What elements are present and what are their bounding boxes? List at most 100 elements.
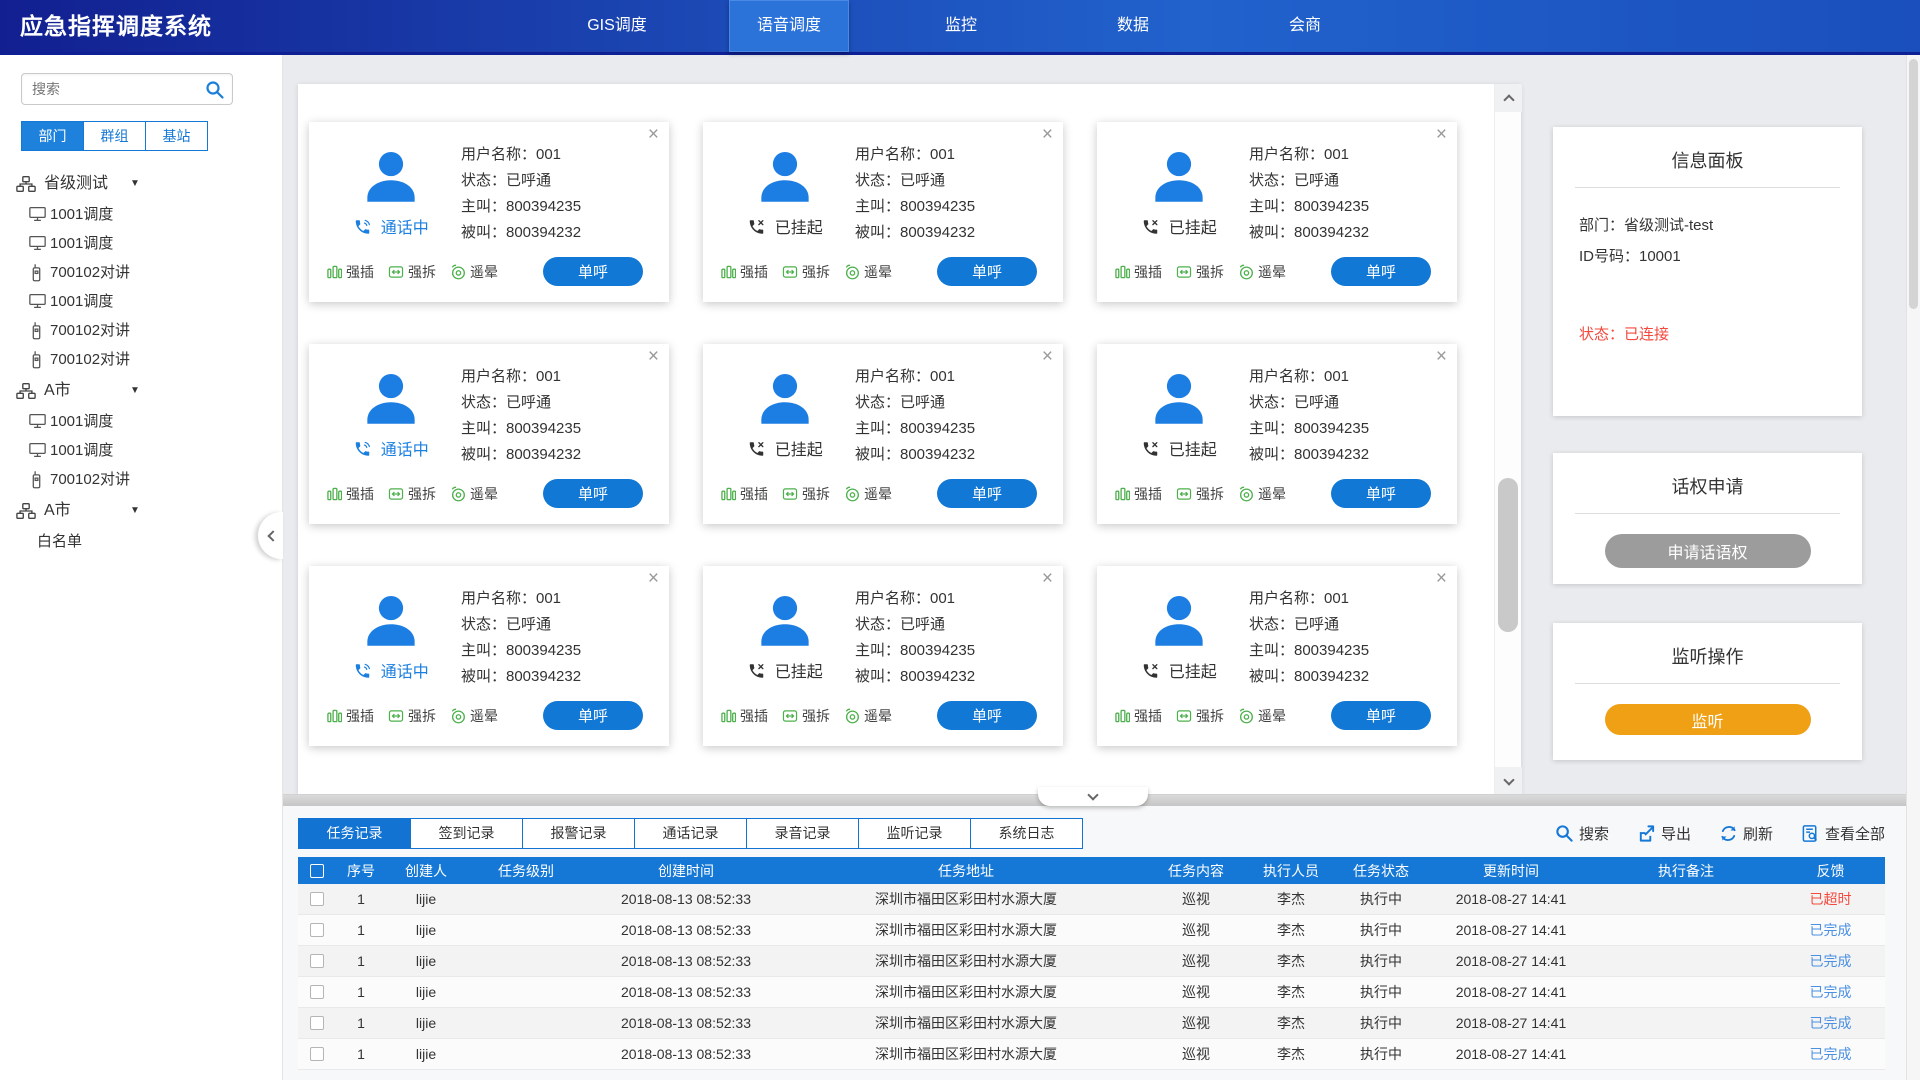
single-call-button[interactable]: 单呼 (937, 479, 1037, 508)
remote-stun-button[interactable]: 遥晕 (450, 706, 498, 726)
bottom-tab[interactable]: 签到记录 (410, 818, 523, 849)
force-insert-button[interactable]: 强插 (721, 706, 768, 726)
tree-item[interactable]: 1001调度 ▼ (0, 287, 282, 316)
cell-feedback[interactable]: 已完成 (1776, 1044, 1885, 1064)
table-row[interactable]: 1 lijie 2018-08-13 08:52:33 深圳市福田区彩田村水源大… (298, 915, 1885, 946)
single-call-button[interactable]: 单呼 (937, 701, 1037, 730)
single-call-button[interactable]: 单呼 (937, 257, 1037, 286)
single-call-button[interactable]: 单呼 (1331, 701, 1431, 730)
tree-item[interactable]: 白名单 ▼ (0, 527, 282, 556)
single-call-button[interactable]: 单呼 (1331, 257, 1431, 286)
scroll-up-arrow[interactable] (1495, 84, 1522, 112)
row-checkbox[interactable] (310, 892, 324, 906)
monitor-button[interactable]: 监听 (1605, 704, 1811, 735)
force-insert-button[interactable]: 强插 (721, 484, 768, 504)
search-button[interactable]: 搜索 (1555, 823, 1609, 844)
force-insert-button[interactable]: 强插 (1115, 706, 1162, 726)
row-checkbox[interactable] (310, 923, 324, 937)
cards-scrollbar[interactable] (1494, 84, 1521, 795)
tree-item[interactable]: 1001调度 ▼ (0, 229, 282, 258)
table-row[interactable]: 1 lijie 2018-08-13 08:52:33 深圳市福田区彩田村水源大… (298, 946, 1885, 977)
tree-item[interactable]: 1001调度 ▼ (0, 436, 282, 465)
force-insert-button[interactable]: 强插 (721, 262, 768, 282)
search-icon[interactable] (205, 80, 225, 100)
close-icon[interactable]: × (648, 568, 659, 590)
remote-stun-button[interactable]: 遥晕 (450, 484, 498, 504)
single-call-button[interactable]: 单呼 (543, 257, 643, 286)
caret-down-icon[interactable]: ▼ (130, 374, 140, 407)
nav-item[interactable]: 语音调度 (729, 0, 849, 52)
caret-down-icon[interactable]: ▼ (130, 167, 140, 200)
table-row[interactable]: 1 lijie 2018-08-13 08:52:33 深圳市福田区彩田村水源大… (298, 1039, 1885, 1070)
sidebar-tab[interactable]: 部门 (21, 121, 84, 151)
tree-item[interactable]: A市 ▼ (0, 494, 282, 527)
force-release-button[interactable]: 强拆 (388, 484, 436, 504)
force-release-button[interactable]: 强拆 (1176, 706, 1224, 726)
close-icon[interactable]: × (1436, 124, 1447, 146)
export-button[interactable]: 导出 (1637, 823, 1691, 844)
bottom-tab[interactable]: 报警记录 (522, 818, 635, 849)
force-release-button[interactable]: 强拆 (1176, 262, 1224, 282)
force-release-button[interactable]: 强拆 (1176, 484, 1224, 504)
search-input[interactable] (22, 74, 192, 104)
sidebar-tab[interactable]: 群组 (83, 121, 146, 151)
tree-item[interactable]: 700102对讲 ▼ (0, 258, 282, 287)
row-checkbox[interactable] (310, 954, 324, 968)
tree-item[interactable]: 700102对讲 ▼ (0, 345, 282, 374)
tree-item[interactable]: 1001调度 ▼ (0, 200, 282, 229)
page-scrollbar-thumb[interactable] (1909, 59, 1918, 309)
cell-feedback[interactable]: 已完成 (1776, 1013, 1885, 1033)
remote-stun-button[interactable]: 遥晕 (844, 484, 892, 504)
tree-item[interactable]: 1001调度 ▼ (0, 407, 282, 436)
remote-stun-button[interactable]: 遥晕 (1238, 484, 1286, 504)
sidebar-tab[interactable]: 基站 (145, 121, 208, 151)
close-icon[interactable]: × (648, 346, 659, 368)
scrollbar-thumb[interactable] (1498, 478, 1518, 632)
force-release-button[interactable]: 强拆 (388, 706, 436, 726)
row-checkbox[interactable] (310, 985, 324, 999)
caret-down-icon[interactable]: ▼ (130, 494, 140, 527)
table-row[interactable]: 1 lijie 2018-08-13 08:52:33 深圳市福田区彩田村水源大… (298, 884, 1885, 915)
close-icon[interactable]: × (1436, 568, 1447, 590)
page-scrollbar[interactable] (1906, 55, 1920, 1080)
cell-feedback[interactable]: 已完成 (1776, 920, 1885, 940)
force-release-button[interactable]: 强拆 (782, 262, 830, 282)
tree-item[interactable]: 700102对讲 ▼ (0, 316, 282, 345)
select-all-checkbox[interactable] (310, 864, 324, 878)
remote-stun-button[interactable]: 遥晕 (450, 262, 498, 282)
single-call-button[interactable]: 单呼 (543, 479, 643, 508)
force-release-button[interactable]: 强拆 (782, 484, 830, 504)
close-icon[interactable]: × (648, 124, 659, 146)
force-insert-button[interactable]: 强插 (327, 484, 374, 504)
remote-stun-button[interactable]: 遥晕 (1238, 262, 1286, 282)
bottom-collapse-handle[interactable] (1038, 787, 1148, 806)
tree-item[interactable]: 省级测试 ▼ (0, 167, 282, 200)
request-floor-button[interactable]: 申请话语权 (1605, 534, 1811, 568)
force-insert-button[interactable]: 强插 (327, 706, 374, 726)
refresh-button[interactable]: 刷新 (1719, 823, 1773, 844)
nav-item[interactable]: GIS调度 (557, 0, 677, 52)
tree-item[interactable]: 700102对讲 ▼ (0, 465, 282, 494)
cell-feedback[interactable]: 已超时 (1776, 889, 1885, 909)
close-icon[interactable]: × (1042, 346, 1053, 368)
bottom-tab[interactable]: 录音记录 (746, 818, 859, 849)
force-insert-button[interactable]: 强插 (1115, 484, 1162, 504)
remote-stun-button[interactable]: 遥晕 (844, 262, 892, 282)
row-checkbox[interactable] (310, 1016, 324, 1030)
force-release-button[interactable]: 强拆 (388, 262, 436, 282)
table-row[interactable]: 1 lijie 2018-08-13 08:52:33 深圳市福田区彩田村水源大… (298, 977, 1885, 1008)
bottom-tab[interactable]: 任务记录 (298, 818, 411, 849)
row-checkbox[interactable] (310, 1047, 324, 1061)
nav-item[interactable]: 会商 (1245, 0, 1365, 52)
close-icon[interactable]: × (1042, 124, 1053, 146)
close-icon[interactable]: × (1042, 568, 1053, 590)
nav-item[interactable]: 数据 (1073, 0, 1193, 52)
nav-item[interactable]: 监控 (901, 0, 1021, 52)
force-insert-button[interactable]: 强插 (327, 262, 374, 282)
single-call-button[interactable]: 单呼 (543, 701, 643, 730)
remote-stun-button[interactable]: 遥晕 (1238, 706, 1286, 726)
cell-feedback[interactable]: 已完成 (1776, 982, 1885, 1002)
view-all-button[interactable]: 查看全部 (1801, 823, 1885, 844)
tree-item[interactable]: A市 ▼ (0, 374, 282, 407)
table-row[interactable]: 1 lijie 2018-08-13 08:52:33 深圳市福田区彩田村水源大… (298, 1008, 1885, 1039)
